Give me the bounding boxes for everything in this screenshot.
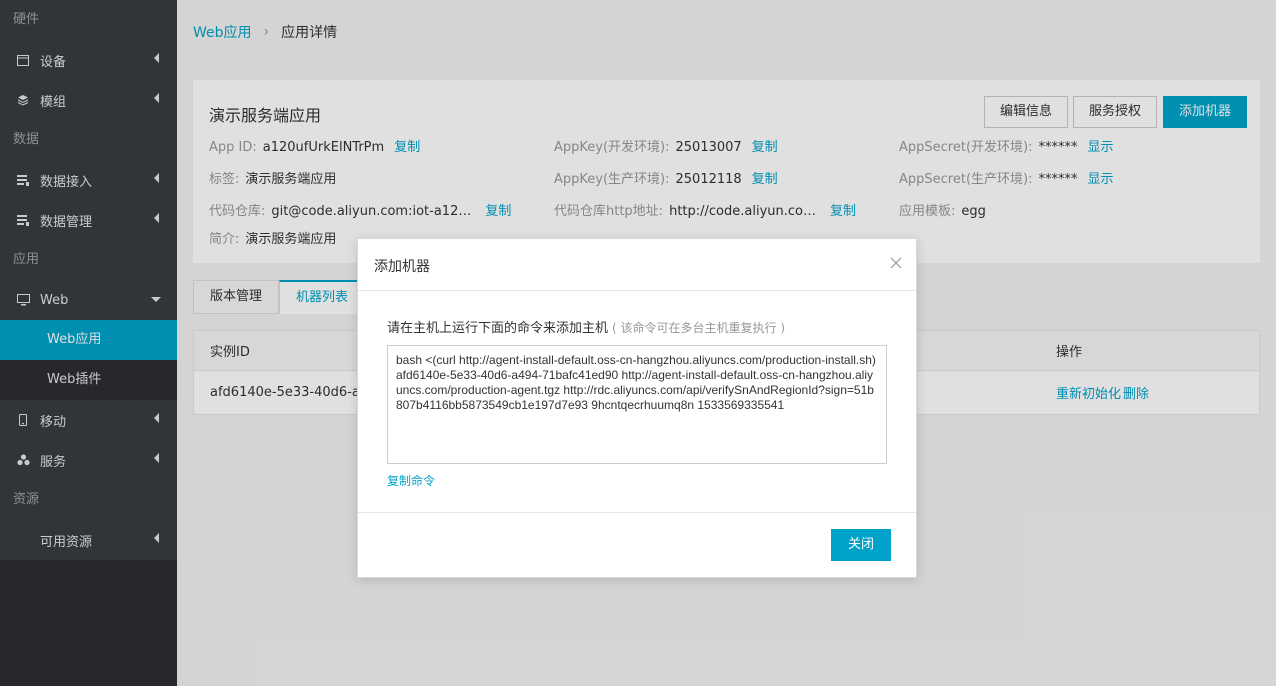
close-icon[interactable] — [888, 255, 904, 271]
close-button[interactable]: 关闭 — [830, 529, 891, 561]
add-machine-dialog: 添加机器 请在主机上运行下面的命令来添加主机( 该命令可在多台主机重复执行 ) … — [357, 238, 917, 578]
dialog-header: 添加机器 — [358, 239, 916, 291]
dialog-description: 请在主机上运行下面的命令来添加主机( 该命令可在多台主机重复执行 ) — [387, 317, 887, 336]
dialog-footer: 关闭 — [358, 512, 916, 577]
copy-command-link[interactable]: 复制命令 — [387, 472, 887, 489]
dialog-body: 请在主机上运行下面的命令来添加主机( 该命令可在多台主机重复执行 ) bash … — [387, 317, 887, 489]
dialog-instruction: 请在主机上运行下面的命令来添加主机 — [387, 321, 609, 336]
dialog-hint: ( 该命令可在多台主机重复执行 ) — [612, 321, 786, 335]
command-textarea[interactable]: bash <(curl http://agent-install-default… — [387, 345, 887, 464]
dialog-title: 添加机器 — [374, 259, 430, 275]
